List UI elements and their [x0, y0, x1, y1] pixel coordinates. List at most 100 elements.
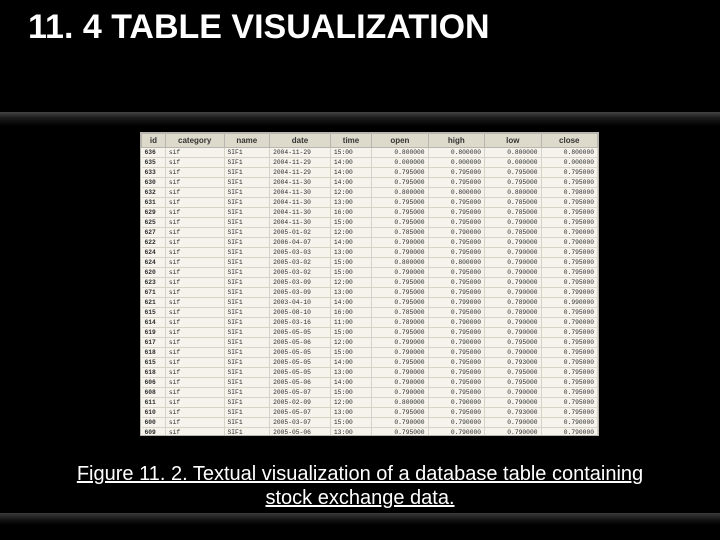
cell: 13:00	[330, 368, 371, 378]
cell: 0.795000	[541, 348, 598, 358]
cell: 0.790000	[541, 428, 598, 437]
cell: 618	[142, 348, 166, 358]
cell: 0.790000	[372, 238, 428, 248]
cell: 2005-03-09	[270, 278, 331, 288]
cell: SIF1	[224, 208, 270, 218]
table-row: 671sifSIF12005-03-0913:000.7950000.79500…	[142, 288, 598, 298]
cell: 635	[142, 158, 166, 168]
cell: 0.785000	[485, 198, 541, 208]
cell: 0.795000	[428, 278, 484, 288]
table-row: 624sifSIF12005-03-0215:000.8000000.80000…	[142, 258, 598, 268]
cell: 13:00	[330, 288, 371, 298]
cell: SIF1	[224, 278, 270, 288]
cell: 0.795000	[541, 168, 598, 178]
cell: 0.790000	[485, 288, 541, 298]
cell: 0.795000	[541, 378, 598, 388]
cell: 0.789000	[485, 308, 541, 318]
cell: sif	[165, 258, 224, 268]
cell: 15:00	[330, 218, 371, 228]
table-row: 611sifSIF12005-02-0912:000.8000000.79000…	[142, 398, 598, 408]
cell: 0.795000	[428, 328, 484, 338]
cell: SIF1	[224, 338, 270, 348]
cell: 2005-03-09	[270, 288, 331, 298]
cell: 0.795000	[428, 288, 484, 298]
column-header-high: high	[428, 134, 484, 148]
divider-top	[0, 112, 720, 126]
cell: 0.795000	[428, 178, 484, 188]
cell: sif	[165, 268, 224, 278]
cell: 636	[142, 148, 166, 158]
cell: 0.795000	[372, 208, 428, 218]
cell: 13:00	[330, 408, 371, 418]
cell: 0.790000	[372, 348, 428, 358]
stock-table: idcategorynamedatetimeopenhighlowclose 6…	[141, 133, 598, 436]
cell: SIF1	[224, 378, 270, 388]
cell: SIF1	[224, 248, 270, 258]
cell: 15:00	[330, 148, 371, 158]
cell: 14:00	[330, 158, 371, 168]
cell: 0.798000	[541, 188, 598, 198]
cell: 0.790000	[485, 218, 541, 228]
cell: sif	[165, 188, 224, 198]
cell: SIF1	[224, 328, 270, 338]
cell: 0.795000	[372, 218, 428, 228]
cell: 0.790000	[428, 318, 484, 328]
cell: 0.790000	[372, 368, 428, 378]
cell: 0.795000	[541, 178, 598, 188]
cell: 0.790000	[485, 388, 541, 398]
cell: 0.795000	[372, 288, 428, 298]
cell: 2005-05-06	[270, 338, 331, 348]
cell: 0.795000	[541, 328, 598, 338]
cell: 16:00	[330, 308, 371, 318]
cell: SIF1	[224, 398, 270, 408]
column-header-id: id	[142, 134, 166, 148]
table-row: 619sifSIF12005-05-0515:000.7950000.79500…	[142, 328, 598, 338]
cell: 0.800000	[428, 188, 484, 198]
cell: 0.795000	[541, 208, 598, 218]
cell: 2005-05-06	[270, 428, 331, 437]
table-row: 600sifSIF12005-03-0715:000.7900000.79000…	[142, 418, 598, 428]
cell: 0.795000	[541, 248, 598, 258]
cell: sif	[165, 388, 224, 398]
cell: sif	[165, 218, 224, 228]
cell: 630	[142, 178, 166, 188]
cell: 0.795000	[428, 238, 484, 248]
cell: 0.790000	[428, 398, 484, 408]
cell: 0.795000	[428, 248, 484, 258]
cell: 0.793000	[485, 408, 541, 418]
cell: SIF1	[224, 178, 270, 188]
table-row: 623sifSIF12005-03-0912:000.7950000.79500…	[142, 278, 598, 288]
cell: 2005-05-07	[270, 408, 331, 418]
cell: 629	[142, 208, 166, 218]
cell: SIF1	[224, 408, 270, 418]
column-header-open: open	[372, 134, 428, 148]
cell: 623	[142, 278, 166, 288]
cell: 627	[142, 228, 166, 238]
column-header-category: category	[165, 134, 224, 148]
table-row: 621sifSIF12003-04-1014:000.7950000.79900…	[142, 298, 598, 308]
cell: sif	[165, 278, 224, 288]
cell: 622	[142, 238, 166, 248]
cell: 0.000000	[428, 158, 484, 168]
cell: 0.790000	[485, 348, 541, 358]
cell: 2004-11-29	[270, 148, 331, 158]
cell: 615	[142, 358, 166, 368]
cell: 13:00	[330, 198, 371, 208]
table-row: 618sifSIF12005-05-0515:000.7900000.79500…	[142, 348, 598, 358]
cell: 15:00	[330, 328, 371, 338]
cell: 0.795000	[485, 378, 541, 388]
cell: 0.000000	[372, 158, 428, 168]
cell: 2005-02-09	[270, 398, 331, 408]
table-row: 635sifSIF12004-11-2914:000.0000000.00000…	[142, 158, 598, 168]
table-row: 620sifSIF12005-03-0215:000.7900000.79500…	[142, 268, 598, 278]
cell: 2004-11-30	[270, 198, 331, 208]
cell: 14:00	[330, 168, 371, 178]
cell: 0.795000	[428, 268, 484, 278]
cell: SIF1	[224, 358, 270, 368]
cell: 14:00	[330, 378, 371, 388]
page-title: 11. 4 TABLE VISUALIZATION	[28, 8, 508, 47]
cell: 0.795000	[541, 368, 598, 378]
column-header-date: date	[270, 134, 331, 148]
cell: sif	[165, 378, 224, 388]
table-row: 614sifSIF12005-03-1611:000.7890000.79000…	[142, 318, 598, 328]
